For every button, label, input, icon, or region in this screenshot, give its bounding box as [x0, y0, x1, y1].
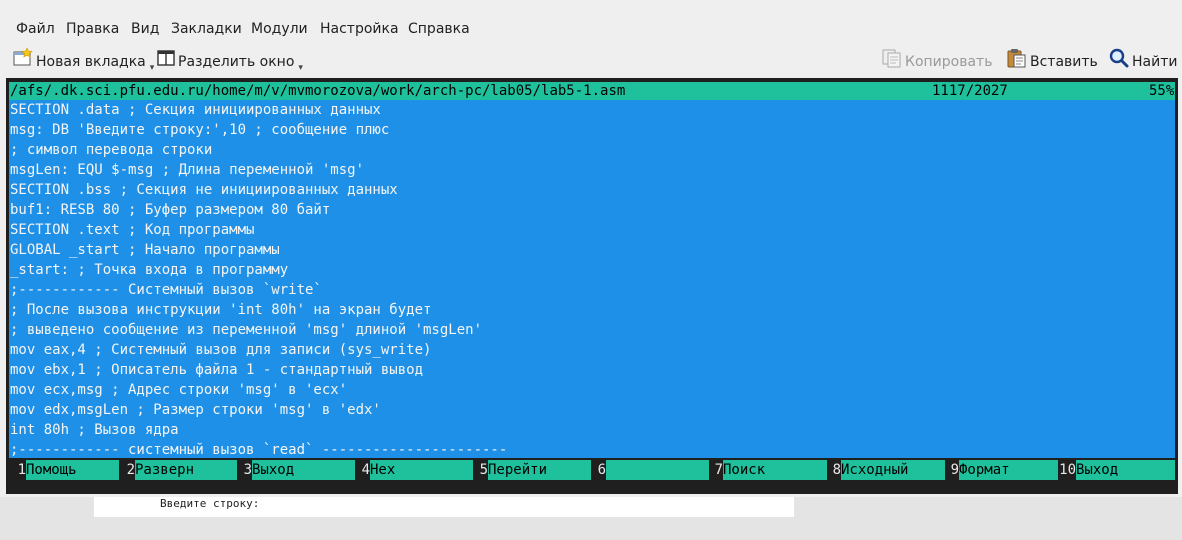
split-view-label: Разделить окно: [178, 54, 295, 70]
new-tab-dropdown-icon[interactable]: ▾: [150, 63, 155, 73]
code-line: ;------------ системный вызов `read` ---…: [10, 442, 508, 458]
find-button[interactable]: Найти: [1108, 48, 1177, 72]
line-position: 1117/2027: [932, 83, 1008, 99]
background-document: Введите строку:: [94, 497, 794, 517]
fkey-8-raw[interactable]: 8 Исходный: [827, 460, 945, 480]
new-tab-button[interactable]: Новая вкладка ▾: [12, 47, 155, 73]
terminal-view[interactable]: /afs/.dk.sci.pfu.edu.ru/home/m/v/mvmoroz…: [6, 78, 1178, 494]
code-line: int 80h ; Вызов ядра: [10, 422, 179, 438]
menu-settings[interactable]: Настройка: [320, 0, 399, 40]
code-line: ; символ перевода строки: [10, 142, 213, 158]
search-icon: [1108, 48, 1130, 76]
menu-view[interactable]: Вид: [131, 0, 159, 40]
code-line: mov ebx,1 ; Описатель файла 1 - стандарт…: [10, 362, 424, 378]
copy-icon: [881, 48, 903, 76]
copy-label: Копировать: [905, 54, 993, 70]
fkey-5-goto[interactable]: 5 Перейти: [473, 460, 591, 480]
new-tab-icon: [12, 47, 34, 76]
menu-bookmarks[interactable]: Закладки: [171, 0, 242, 40]
fkey-2-wrap[interactable]: 2 Разверн: [119, 460, 237, 480]
app-window: Файл Правка Вид Закладки Модули Настройк…: [0, 0, 1182, 497]
code-viewer[interactable]: SECTION .data ; Секция инициированных да…: [9, 100, 1175, 458]
code-line: ; После вызова инструкции 'int 80h' на э…: [10, 302, 432, 318]
function-key-bar: 1 Помощь 2 Разверн 3 Выход 4 Hex 5 Перей…: [9, 460, 1175, 480]
code-line: msgLen: EQU $-msg ; Длина переменной 'ms…: [10, 162, 365, 178]
code-line: SECTION .data ; Секция инициированных да…: [10, 102, 381, 118]
menubar: Файл Правка Вид Закладки Модули Настройк…: [0, 0, 1182, 40]
fkey-6-empty[interactable]: 6: [591, 460, 709, 480]
fkey-7-search[interactable]: 7 Поиск: [709, 460, 827, 480]
code-line: _start: ; Точка входа в программу: [10, 262, 289, 278]
find-label: Найти: [1132, 54, 1178, 70]
menu-edit[interactable]: Правка: [66, 0, 119, 40]
fkey-10-quit[interactable]: 10 Выход: [1058, 460, 1175, 480]
code-line: buf1: RESB 80 ; Буфер размером 80 байт: [10, 202, 331, 218]
copy-button[interactable]: Копировать: [881, 48, 992, 72]
fkey-9-format[interactable]: 9 Формат: [945, 460, 1058, 480]
code-line: mov edx,msgLen ; Размер строки 'msg' в '…: [10, 402, 381, 418]
code-line: ;------------ Системный вызов `write`: [10, 282, 322, 298]
split-view-icon: [156, 48, 176, 76]
menu-help[interactable]: Справка: [408, 0, 470, 40]
code-line: mov ecx,msg ; Адрес строки 'msg' в 'ecx': [10, 382, 348, 398]
code-line: SECTION .text ; Код программы: [10, 222, 255, 238]
menu-plugins[interactable]: Модули: [251, 0, 308, 40]
code-line: ; выведено сообщение из переменной 'msg'…: [10, 322, 483, 338]
fkey-1-help[interactable]: 1 Помощь: [9, 460, 119, 480]
menu-file[interactable]: Файл: [16, 0, 55, 40]
file-path: /afs/.dk.sci.pfu.edu.ru/home/m/v/mvmoroz…: [10, 83, 626, 99]
paste-label: Вставить: [1030, 54, 1098, 70]
editor-status-bar: /afs/.dk.sci.pfu.edu.ru/home/m/v/mvmoroz…: [9, 82, 1175, 100]
code-line: GLOBAL _start ; Начало программы: [10, 242, 280, 258]
scroll-percent: 55%: [1149, 83, 1175, 99]
split-view-dropdown-icon[interactable]: ▾: [298, 63, 303, 73]
code-line: SECTION .bss ; Секция не инициированных …: [10, 182, 398, 198]
code-line: msg: DB 'Введите строку:',10 ; сообщение…: [10, 122, 390, 138]
fkey-4-hex[interactable]: 4 Hex: [355, 460, 473, 480]
paste-button[interactable]: Вставить: [1006, 48, 1098, 72]
toolbar: Новая вкладка ▾ Разделить окно ▾ Копироват…: [0, 40, 1182, 78]
fkey-3-exit[interactable]: 3 Выход: [237, 460, 355, 480]
new-tab-label: Новая вкладка: [36, 54, 146, 70]
split-view-button[interactable]: Разделить окно ▾: [156, 48, 303, 73]
document-text: Введите строку:: [160, 497, 260, 510]
paste-icon: [1006, 48, 1028, 76]
code-line: mov eax,4 ; Системный вызов для записи (…: [10, 342, 432, 358]
